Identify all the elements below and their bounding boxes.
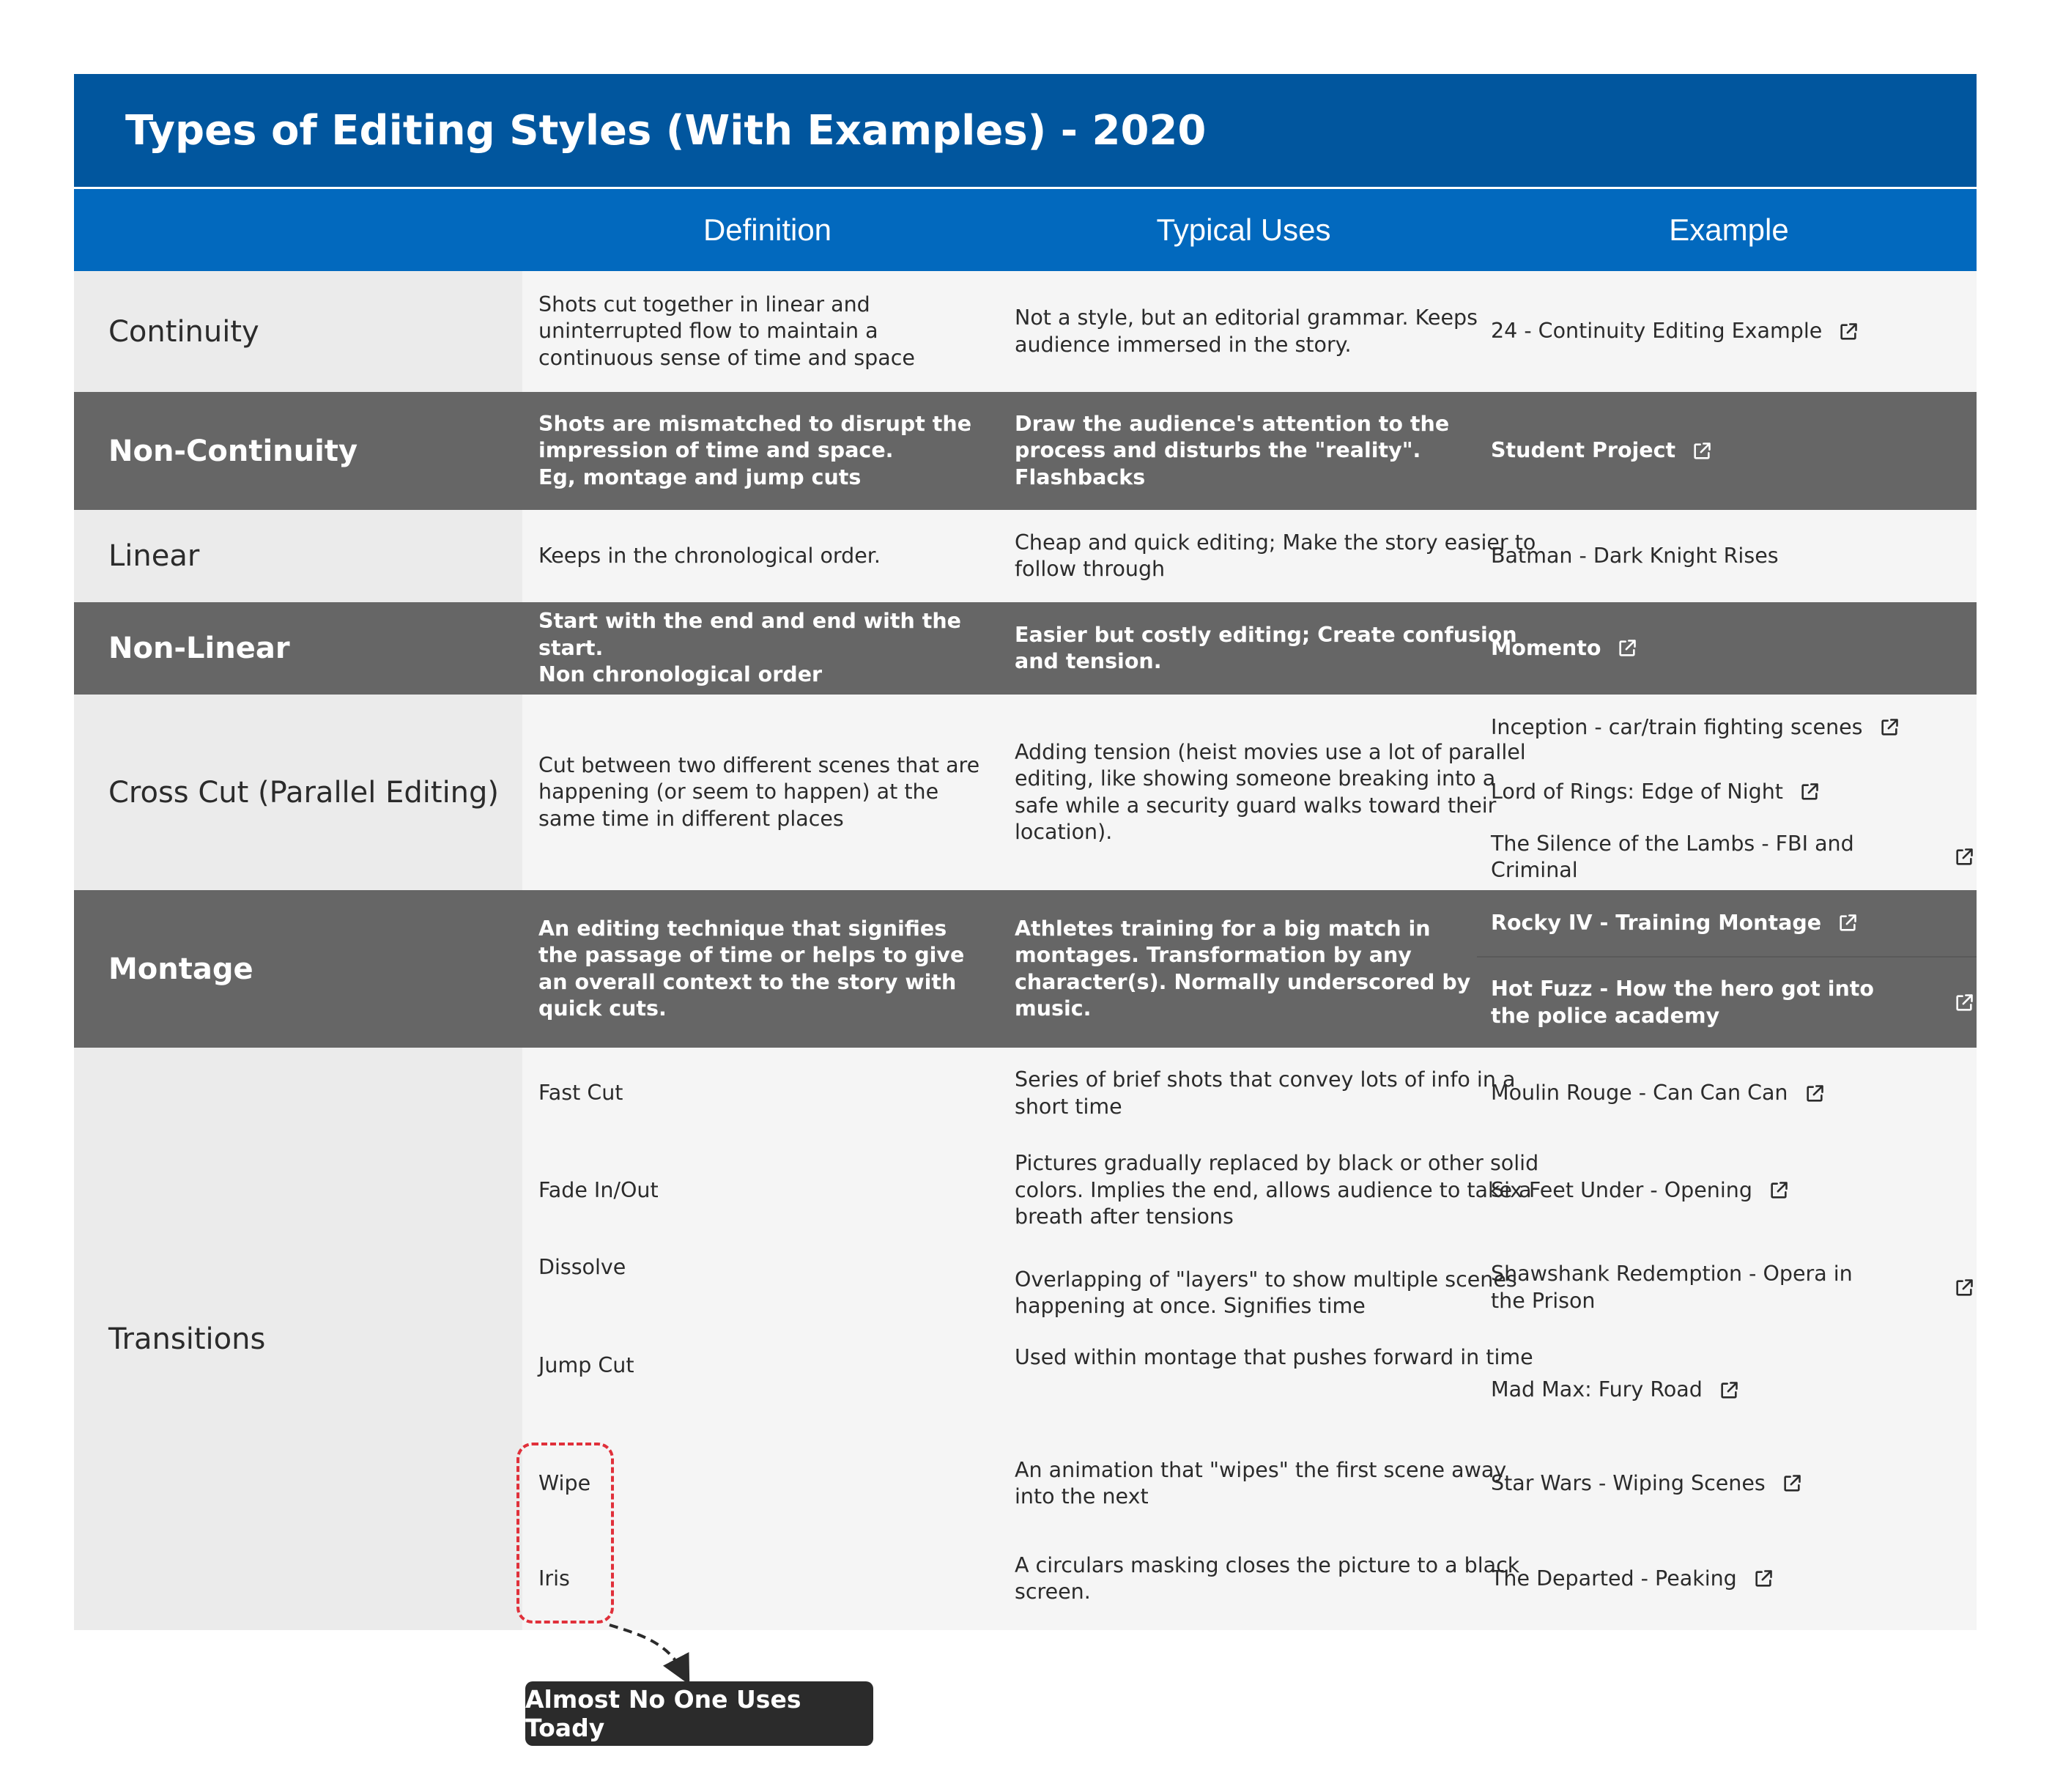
header-typical-uses: Typical Uses <box>1156 212 1331 247</box>
external-link-icon <box>1719 1380 1739 1401</box>
example-link[interactable]: Momento <box>1491 602 1974 695</box>
example-link[interactable]: Student Project <box>1491 392 1974 510</box>
uses-cell: Not a style, but an editorial grammar. K… <box>1015 306 1478 357</box>
external-link-icon <box>1954 1278 1974 1298</box>
external-link-icon <box>1879 717 1900 738</box>
external-link-icon <box>1753 1569 1774 1589</box>
external-link-icon <box>1782 1473 1802 1494</box>
example-text: Hot Fuzz - How the hero got into the pol… <box>1491 977 1874 1028</box>
row-label: Linear <box>74 510 522 602</box>
table-row-montage: Montage An editing technique that signif… <box>74 890 1977 1048</box>
example-link[interactable]: Lord of Rings: Edge of Night <box>1491 759 1974 825</box>
table-row-non-linear: Non-Linear Start with the end and end wi… <box>74 602 1977 695</box>
header-example: Example <box>1669 212 1789 247</box>
definition-cell: Shots are mismatched to disrupt the impr… <box>538 392 993 510</box>
example-text: The Departed - Peaking <box>1491 1566 1737 1591</box>
uses-cell: Athletes training for a big match in mon… <box>1015 916 1471 1021</box>
example-text: Star Wars - Wiping Scenes <box>1491 1470 1766 1495</box>
uses-cell: Cheap and quick editing; Make the story … <box>1015 530 1536 582</box>
definition-cell: Fade In/Out <box>538 1177 659 1202</box>
example-link[interactable]: 24 - Continuity Editing Example <box>1491 271 1974 392</box>
definition-cell: An editing technique that signifies the … <box>538 916 965 1021</box>
definition-line: Non chronological order <box>538 662 823 687</box>
uses-cell: Draw the audience's attention to the pro… <box>1015 411 1450 489</box>
example-link[interactable]: Six Feet Under - Opening <box>1491 1139 1974 1242</box>
definition-cell: Dissolve <box>538 1255 626 1279</box>
example-text: Momento <box>1491 635 1601 660</box>
callout-label: Almost No One Uses Toady <box>525 1681 873 1746</box>
uses-cell: A circulars masking closes the picture t… <box>1015 1552 1520 1604</box>
definition-cell: Jump Cut <box>538 1353 634 1377</box>
uses-cell: Used within montage that pushes forward … <box>1015 1345 1533 1369</box>
external-link-icon <box>1954 847 1974 867</box>
uses-cell: Easier but costly editing; Create confus… <box>1015 622 1517 674</box>
callout-arrow-icon <box>609 1623 690 1685</box>
example-link[interactable]: Rocky IV - Training Montage <box>1491 890 1974 956</box>
external-link-icon <box>1837 913 1858 933</box>
external-link-icon <box>1838 322 1859 342</box>
row-label: Cross Cut (Parallel Editing) <box>74 695 522 890</box>
example-text: Six Feet Under - Opening <box>1491 1177 1752 1202</box>
page-title: Types of Editing Styles (With Examples) … <box>74 74 1977 187</box>
example-text: 24 - Continuity Editing Example <box>1491 319 1823 344</box>
example-link[interactable]: Moulin Rouge - Can Can Can <box>1491 1048 1974 1139</box>
example-link[interactable]: The Silence of the Lambs - FBI and Crimi… <box>1491 824 1974 890</box>
external-link-icon <box>1954 993 1974 1013</box>
table-row-cross-cut: Cross Cut (Parallel Editing) Cut between… <box>74 695 1977 890</box>
table-row-continuity: Continuity Shots cut together in linear … <box>74 271 1977 392</box>
table-row-non-continuity: Non-Continuity Shots are mismatched to d… <box>74 392 1977 510</box>
definition-line: Shots are mismatched to disrupt the impr… <box>538 411 972 463</box>
table-header-row: Definition Typical Uses Example <box>74 189 1977 271</box>
definition-cell: Cut between two different scenes that ar… <box>538 752 980 831</box>
example-text: The Silence of the Lambs - FBI and Crimi… <box>1491 831 1854 883</box>
example-text: Batman - Dark Knight Rises <box>1491 543 1779 568</box>
editing-styles-page: Types of Editing Styles (With Examples) … <box>0 0 2063 1792</box>
definition-line: Eg, montage and jump cuts <box>538 464 862 489</box>
wipe-iris-highlight <box>516 1443 614 1623</box>
example-link[interactable]: Star Wars - Wiping Scenes <box>1491 1436 1974 1531</box>
uses-cell: An animation that "wipes" the first scen… <box>1015 1457 1507 1509</box>
definition-cell: Fast Cut <box>538 1081 623 1106</box>
header-definition: Definition <box>703 212 832 247</box>
example-text: Inception - car/train fighting scenes <box>1491 714 1863 739</box>
table-row-linear: Linear Keeps in the chronological order.… <box>74 510 1977 602</box>
definition-line: Start with the end and end with the star… <box>538 609 961 660</box>
example-link[interactable]: Inception - car/train fighting scenes <box>1491 695 1974 760</box>
example-text: Lord of Rings: Edge of Night <box>1491 779 1783 804</box>
external-link-icon <box>1617 638 1637 659</box>
table-row-transitions: Transitions Fast Cut Series of brief sho… <box>74 1048 1977 1630</box>
uses-cell: Overlapping of "layers" to show multiple… <box>1015 1267 1517 1319</box>
definition-cell: Keeps in the chronological order. <box>538 543 881 568</box>
uses-cell: Pictures gradually replaced by black or … <box>1015 1151 1539 1229</box>
example-text: Rocky IV - Training Montage <box>1491 910 1822 935</box>
uses-cell: Series of brief shots that convey lots o… <box>1015 1067 1516 1119</box>
example-text: Mad Max: Fury Road <box>1491 1377 1703 1402</box>
definition-cell: Shots cut together in linear and uninter… <box>538 292 915 370</box>
example-link[interactable]: The Departed - Peaking <box>1491 1531 1974 1626</box>
row-label: Non-Continuity <box>74 392 522 510</box>
external-link-icon <box>1799 782 1820 802</box>
example-link[interactable]: Mad Max: Fury Road <box>1491 1344 1974 1436</box>
row-label: Transitions <box>74 1048 522 1630</box>
example-text: Moulin Rouge - Can Can Can <box>1491 1081 1788 1106</box>
external-link-icon <box>1768 1180 1789 1201</box>
row-label: Non-Linear <box>74 602 522 695</box>
row-label: Continuity <box>74 271 522 392</box>
uses-cell: Adding tension (heist movies use a lot o… <box>1015 739 1526 845</box>
example-text: Shawshank Redemption - Opera in the Pris… <box>1491 1262 1853 1313</box>
external-link-icon <box>1804 1084 1825 1104</box>
row-label: Montage <box>74 890 522 1048</box>
external-link-icon <box>1692 441 1712 462</box>
example-text: Student Project <box>1491 438 1676 463</box>
example-link[interactable]: Shawshank Redemption - Opera in the Pris… <box>1491 1242 1974 1333</box>
example-link[interactable]: Hot Fuzz - How the hero got into the pol… <box>1491 958 1974 1048</box>
definition-cell: Start with the end and end with the star… <box>538 602 993 695</box>
